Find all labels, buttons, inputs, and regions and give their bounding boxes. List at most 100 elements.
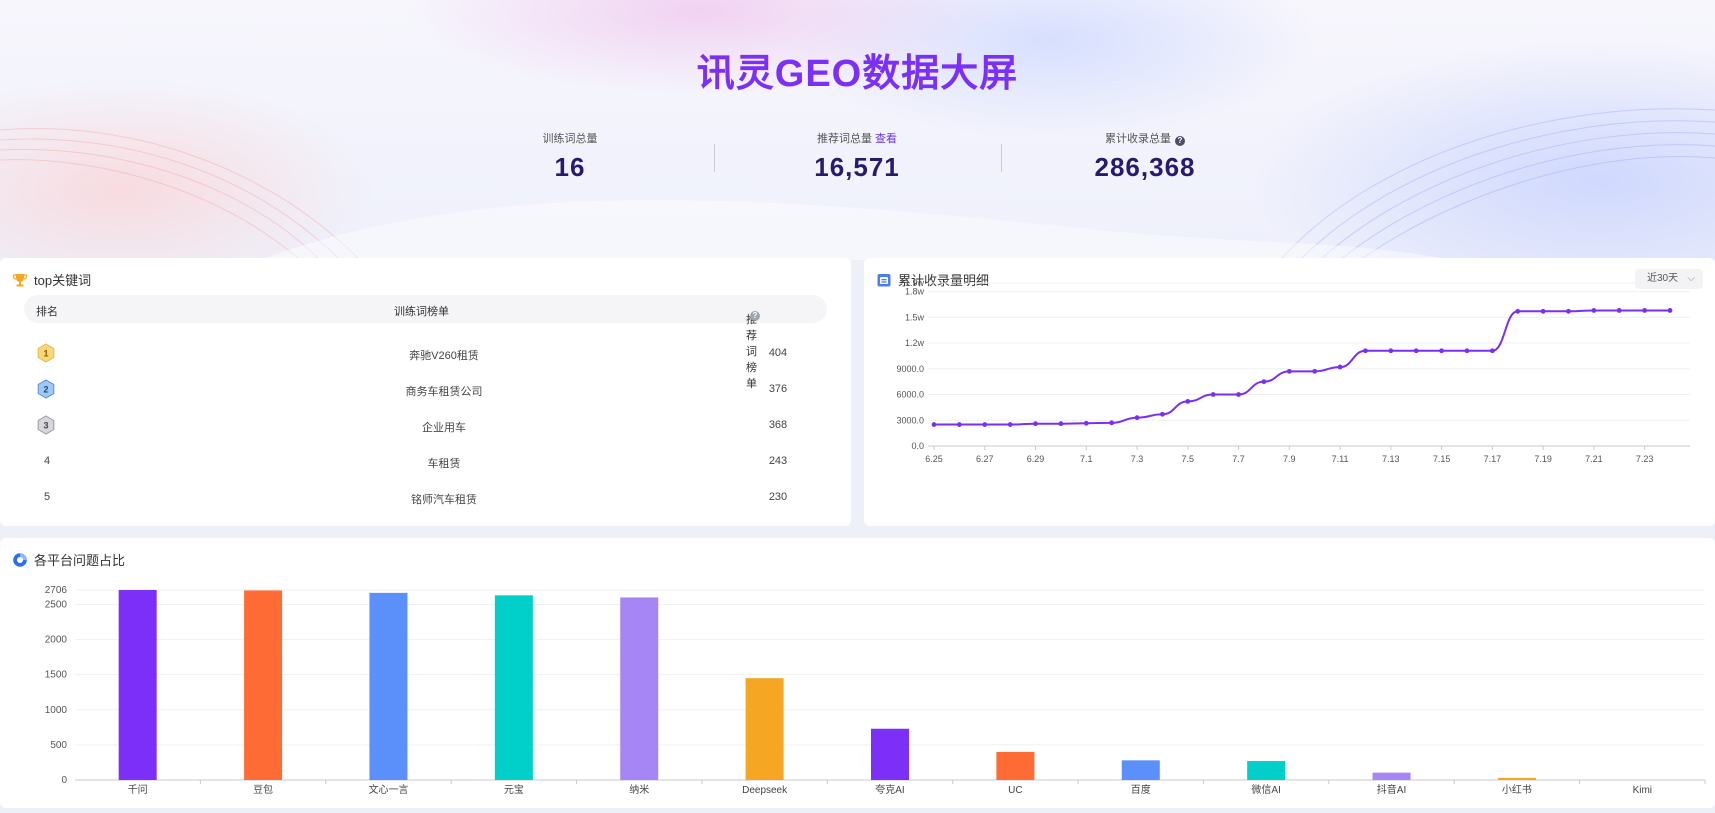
data-point — [1007, 422, 1013, 427]
kpi-value: 16 — [554, 152, 586, 182]
y-tick-label: 1500 — [45, 670, 68, 681]
x-tick-label: 7.23 — [1636, 454, 1654, 464]
kpi-value: 16,571 — [814, 152, 900, 182]
data-point — [1109, 420, 1115, 426]
table-row: 4 车租赁 243 — [24, 444, 827, 480]
data-point — [1337, 364, 1343, 370]
x-tick-label: 6.27 — [976, 454, 994, 464]
table-header: 排名 训练词榜单 推荐词榜单? — [24, 295, 827, 390]
y-tick-label: 9000.0 — [896, 364, 924, 374]
data-point — [1210, 392, 1216, 397]
keyword-count: 243 — [768, 455, 788, 467]
x-tick-label: 小红书 — [1502, 783, 1532, 796]
kpi-divider — [1001, 144, 1002, 172]
y-tick-label: 1.2w — [905, 338, 925, 348]
x-tick-label: 7.21 — [1585, 454, 1603, 464]
data-point — [1413, 348, 1419, 354]
gold-medal-icon: 1 — [37, 343, 55, 363]
bar — [745, 678, 784, 780]
bar — [620, 597, 659, 780]
x-tick-label: 7.17 — [1484, 454, 1502, 464]
keyword-text: 奔驰V260租赁 — [409, 350, 479, 362]
view-link[interactable]: 查看 — [875, 133, 897, 145]
bar — [494, 595, 533, 780]
kpi-label: 推荐词总量 查看 — [817, 133, 897, 145]
svg-text:2: 2 — [43, 385, 48, 395]
card-title-text: top关键词 — [34, 273, 92, 288]
x-tick-label: 夸克AI — [875, 783, 904, 796]
x-tick-label: 7.5 — [1182, 454, 1195, 464]
x-tick-label: 7.9 — [1283, 454, 1296, 464]
keyword-text: 企业用车 — [422, 422, 466, 434]
data-point — [1591, 308, 1597, 313]
kpi-total-indexed: 累计收录总量? 286,368 — [1025, 130, 1265, 183]
silver-medal-icon: 3 — [37, 415, 55, 435]
page-title: 讯灵GEO数据大屏 — [696, 53, 1019, 95]
y-tick-label: 0.0 — [911, 441, 924, 451]
y-tick-label: 2500 — [45, 599, 68, 610]
hero-banner: 讯灵GEO数据大屏 训练词总量 16 推荐词总量 查看 16,571 累计收录总量… — [0, 0, 1715, 260]
indexing-line-chart: 0.0 3000.0 6000.0 9000.0 1.2w 1.5w 1.8w1.9w 6.2… — [896, 278, 1690, 464]
kpi-recommend-words: 推荐词总量 查看 16,571 — [737, 130, 977, 183]
platform-bar-chart: 0 500 1000 1500 2000 2500 2706 千问 豆包 文心一言 元宝 纳米 Deep… — [45, 585, 1706, 796]
x-tick-label: 7.19 — [1534, 454, 1552, 464]
table-row: 3 企业用车 368 — [24, 408, 827, 444]
column-training: 训练词榜单 — [394, 306, 449, 318]
data-point — [1616, 308, 1622, 313]
y-tick-label: 0 — [61, 775, 67, 786]
x-tick-label: 百度 — [1131, 783, 1151, 796]
table-row: 2 商务车租赁公司 376 — [24, 372, 827, 408]
keyword-count: 230 — [768, 491, 788, 503]
bar — [1247, 761, 1286, 780]
y-tick-label: 500 — [50, 740, 67, 751]
data-point — [1363, 348, 1368, 354]
x-tick-label: 微信AI — [1251, 783, 1280, 796]
bar — [1497, 777, 1536, 780]
data-point — [1261, 379, 1267, 385]
data-point — [956, 422, 962, 427]
x-tick-label: 7.1 — [1080, 454, 1093, 464]
data-point — [1236, 392, 1241, 397]
indexing-detail-card: 累计收录量明细 近30天 ⌵ 0.0 3000.0 6000.0 9000.0 1.2w… — [864, 258, 1715, 526]
rank-number: 4 — [43, 455, 51, 467]
svg-text:3: 3 — [43, 421, 48, 431]
trophy-icon — [12, 273, 28, 286]
x-tick-label: 6.29 — [1027, 454, 1045, 464]
x-tick-label: 元宝 — [504, 783, 524, 796]
kpi-value: 286,368 — [1094, 152, 1196, 182]
data-point — [1388, 348, 1394, 354]
blue-medal-icon: 2 — [37, 379, 55, 399]
bar — [871, 728, 909, 780]
kpi-divider — [714, 144, 715, 172]
data-point — [1489, 348, 1495, 354]
bar — [244, 590, 283, 780]
keyword-count: 376 — [768, 383, 788, 395]
data-point — [1160, 411, 1165, 417]
y-tick-label: 1.5w — [905, 312, 925, 322]
rank-number: 5 — [43, 491, 51, 503]
table-row: 1 奔驰V260租赁 404 — [24, 336, 827, 372]
platform-share-card: 各平台问题占比 0 500 1000 1500 2000 2500 2706 千问 豆包 文心一言… — [0, 538, 1715, 808]
data-point — [1642, 308, 1648, 313]
help-icon[interactable]: ? — [750, 311, 760, 321]
bar — [1121, 760, 1160, 780]
bar — [369, 592, 408, 780]
help-icon[interactable]: ? — [1175, 136, 1185, 146]
x-tick-label: 7.3 — [1131, 454, 1144, 464]
x-tick-label: 7.7 — [1232, 454, 1245, 464]
data-point — [1312, 368, 1318, 374]
top-keywords-card: top关键词 排名 训练词榜单 推荐词榜单? 1 奔驰V260租赁 404 2 … — [0, 258, 851, 526]
y-tick-label: 2706 — [45, 585, 68, 596]
x-tick-label: Deepseek — [742, 785, 788, 796]
x-tick-label: 7.11 — [1332, 454, 1349, 464]
series-line — [934, 309, 1670, 426]
data-point — [1566, 308, 1571, 314]
y-tick-label: 1.9w — [905, 278, 925, 288]
data-point — [1667, 308, 1673, 313]
data-point — [1464, 348, 1470, 354]
keyword-count: 368 — [768, 419, 788, 431]
y-tick-label: 1.8w — [905, 287, 925, 297]
x-tick-label: 千问 — [128, 783, 148, 796]
x-tick-label: UC — [1008, 785, 1022, 796]
data-point — [1515, 308, 1521, 314]
